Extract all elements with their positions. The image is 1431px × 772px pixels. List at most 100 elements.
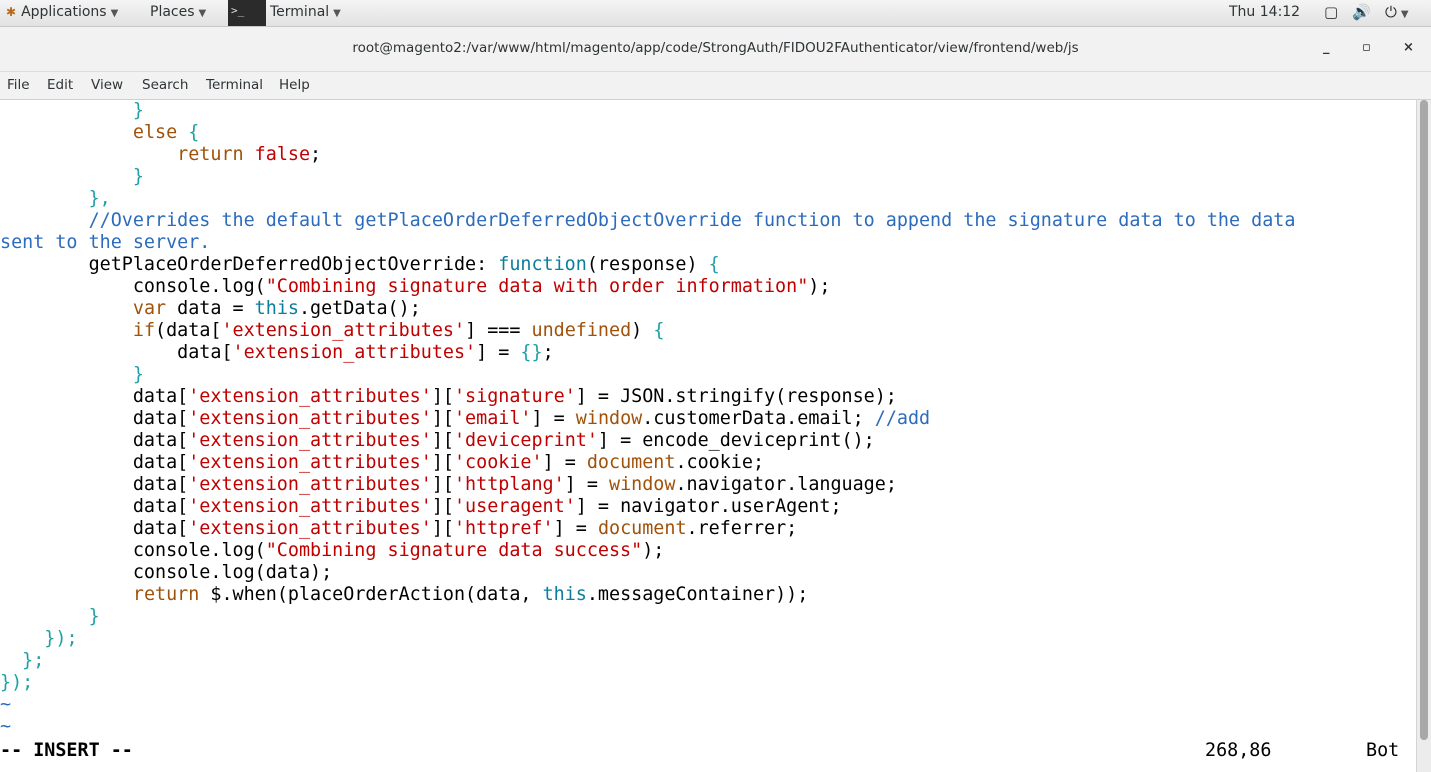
- code-token: });: [44, 628, 78, 649]
- code-token: ] =: [476, 342, 521, 363]
- code-token: }: [0, 100, 144, 121]
- code-token: 'httpref': [453, 518, 554, 539]
- applications-menu[interactable]: ✱ Applications ▼: [6, 0, 118, 26]
- code-token: }: [132, 364, 144, 385]
- code-token: );: [808, 276, 831, 297]
- code-token: (data[: [155, 320, 222, 341]
- menu-edit[interactable]: Edit: [47, 72, 73, 98]
- scroll-position: Bot: [1366, 740, 1400, 761]
- window-titlebar[interactable]: root@magento2:/var/www/html/magento/app/…: [0, 27, 1431, 72]
- code-token: console.log(: [0, 540, 266, 561]
- scrollbar[interactable]: [1416, 100, 1431, 772]
- code-line: });: [0, 628, 78, 650]
- code-line: console.log("Combining signature data su…: [0, 540, 664, 562]
- code-token: 'extension_attributes': [221, 320, 466, 341]
- code-token: "Combining signature data success": [265, 540, 643, 561]
- window-overview-icon[interactable]: ▢: [1324, 0, 1338, 26]
- power-icon: ⏻: [1385, 3, 1397, 21]
- code-token: data[: [0, 342, 233, 363]
- code-token: data[: [0, 452, 189, 473]
- code-token: .navigator.language;: [675, 474, 897, 495]
- system-menu[interactable]: ⏻ ▼: [1385, 0, 1409, 26]
- code-line: else {: [0, 122, 199, 144]
- menu-help[interactable]: Help: [279, 72, 310, 98]
- code-line: //Overrides the default getPlaceOrderDef…: [0, 210, 1296, 232]
- code-line: data['extension_attributes']['httpref'] …: [0, 518, 797, 540]
- code-token: .getData();: [298, 298, 421, 319]
- terminal-app-menu[interactable]: >_ Terminal ▼: [228, 0, 341, 26]
- code-token: .referrer;: [686, 518, 798, 539]
- menu-file[interactable]: File: [7, 72, 30, 98]
- vim-status-line: -- INSERT -- 268,86 Bot: [0, 740, 1416, 762]
- code-line: sent to the server.: [0, 232, 210, 254]
- code-token: 'httplang': [453, 474, 565, 495]
- menu-terminal[interactable]: Terminal: [206, 72, 263, 98]
- code-token: ][: [431, 430, 454, 451]
- code-line: ~: [0, 694, 11, 716]
- code-token: ][: [431, 518, 454, 539]
- code-token: .cookie;: [675, 452, 765, 473]
- scrollbar-thumb[interactable]: [1420, 100, 1428, 740]
- code-line: return false;: [0, 144, 321, 166]
- clock[interactable]: Thu 14:12: [1229, 0, 1300, 26]
- volume-icon[interactable]: 🔊: [1352, 0, 1371, 26]
- code-line: data['extension_attributes'] = {};: [0, 342, 554, 364]
- code-token: .messageContainer));: [586, 584, 809, 605]
- code-token: console.log(: [0, 276, 266, 297]
- code-token: }: [88, 606, 100, 627]
- code-token: {}: [520, 342, 543, 363]
- code-token: ][: [431, 386, 454, 407]
- empty-line-marker: ~: [0, 694, 12, 715]
- code-token: undefined: [531, 320, 632, 341]
- code-token: 'useragent': [453, 496, 576, 517]
- code-line: ~: [0, 716, 11, 738]
- window-title: root@magento2:/var/www/html/magento/app/…: [352, 40, 1079, 56]
- code-token: 'extension_attributes': [188, 496, 432, 517]
- code-token: 'signature': [453, 386, 576, 407]
- minimize-button[interactable]: _: [1323, 27, 1330, 69]
- code-token: 'extension_attributes': [188, 474, 432, 495]
- code-token: ): [631, 320, 654, 341]
- terminal-content[interactable]: } else { return false; } }, //Overrides …: [0, 100, 1416, 772]
- menu-search[interactable]: Search: [142, 72, 188, 98]
- menu-view[interactable]: View: [91, 72, 123, 98]
- code-line: data['extension_attributes']['httplang']…: [0, 474, 897, 496]
- code-line: if(data['extension_attributes'] === unde…: [0, 320, 665, 342]
- code-token: document: [597, 518, 687, 539]
- code-token: },: [88, 188, 111, 209]
- code-line: getPlaceOrderDeferredObjectOverride: fun…: [0, 254, 720, 276]
- code-token: 'deviceprint': [453, 430, 598, 451]
- cursor-position: 268,86: [1205, 740, 1272, 761]
- chevron-down-icon: ▼: [1400, 9, 1409, 20]
- code-token: ;: [310, 144, 322, 165]
- code-token: 'extension_attributes': [188, 408, 432, 429]
- code-token: ;: [542, 342, 554, 363]
- code-token: });: [0, 672, 34, 693]
- chevron-down-icon: ▼: [333, 8, 341, 19]
- code-token: return: [132, 584, 200, 605]
- code-token: data[: [0, 496, 189, 517]
- code-token: else: [132, 122, 178, 143]
- menu-bar: File Edit View Search Terminal Help: [0, 72, 1431, 100]
- code-token: ] = encode_deviceprint();: [597, 430, 875, 451]
- code-token: );: [642, 540, 665, 561]
- code-token: ][: [431, 474, 454, 495]
- places-menu[interactable]: Places ▼: [150, 0, 206, 26]
- code-line: data['extension_attributes']['signature'…: [0, 386, 897, 408]
- code-line: data['extension_attributes']['deviceprin…: [0, 430, 875, 452]
- code-token: ] = navigator.userAgent;: [575, 496, 842, 517]
- code-line: data['extension_attributes']['useragent'…: [0, 496, 842, 518]
- code-token: ] =: [553, 518, 598, 539]
- code-token: getPlaceOrderDeferredObjectOverride:: [0, 254, 499, 275]
- code-line: console.log("Combining signature data wi…: [0, 276, 831, 298]
- maximize-button[interactable]: ▫: [1362, 27, 1371, 69]
- code-token: 'cookie': [453, 452, 543, 473]
- code-token: this: [254, 298, 299, 319]
- code-line: }: [0, 606, 100, 628]
- code-token: ] = JSON.stringify(response);: [575, 386, 897, 407]
- close-button[interactable]: ×: [1403, 27, 1414, 69]
- code-token: //add: [874, 408, 931, 429]
